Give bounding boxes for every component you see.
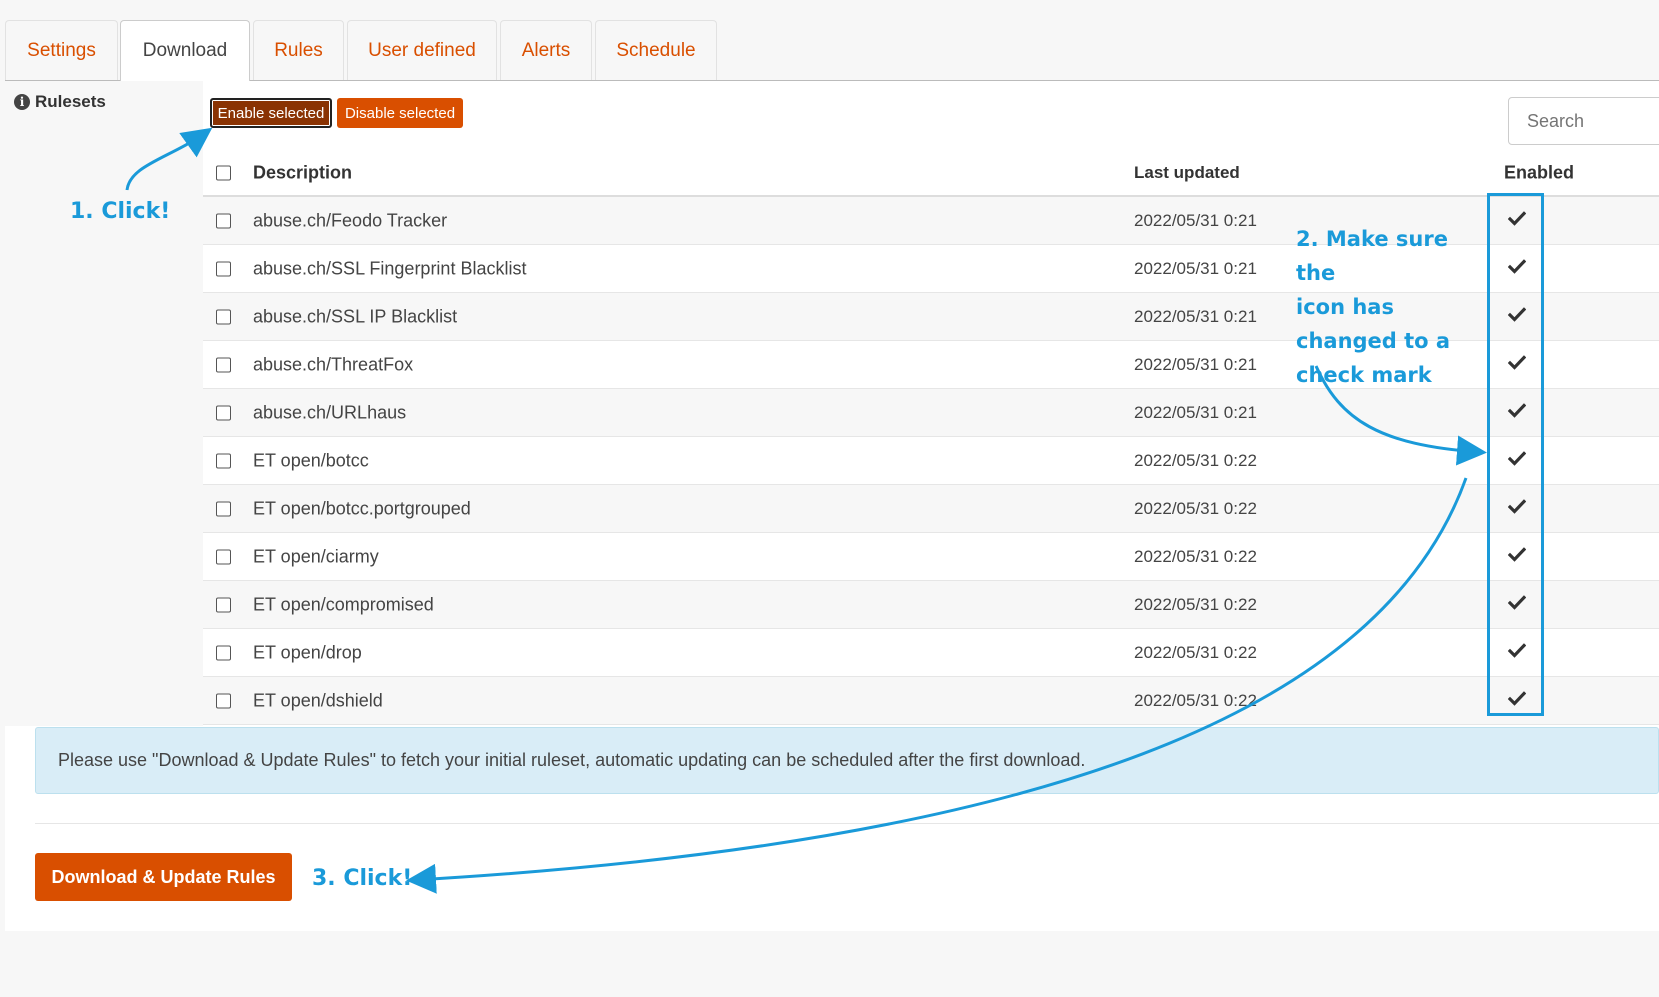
column-header-enabled[interactable]: Enabled xyxy=(1504,162,1574,183)
row-last-updated: 2022/05/31 0:21 xyxy=(1134,210,1257,230)
row-checkbox[interactable] xyxy=(216,357,231,372)
row-last-updated: 2022/05/31 0:22 xyxy=(1134,594,1257,614)
row-checkbox[interactable] xyxy=(216,213,231,228)
row-description: ET open/compromised xyxy=(253,594,434,614)
row-checkbox[interactable] xyxy=(216,501,231,516)
row-checkbox[interactable] xyxy=(216,261,231,276)
table-row[interactable]: ET open/ciarmy 2022/05/31 0:22 xyxy=(203,533,1659,581)
table-row[interactable]: ET open/compromised 2022/05/31 0:22 xyxy=(203,581,1659,629)
info-alert: Please use "Download & Update Rules" to … xyxy=(35,727,1659,794)
row-last-updated: 2022/05/31 0:22 xyxy=(1134,642,1257,662)
select-all-checkbox[interactable] xyxy=(216,165,231,180)
alert-text: Please use "Download & Update Rules" to … xyxy=(58,750,1086,770)
row-checkbox[interactable] xyxy=(216,597,231,612)
row-checkbox[interactable] xyxy=(216,645,231,660)
table-row[interactable]: abuse.ch/URLhaus 2022/05/31 0:21 xyxy=(203,389,1659,437)
tab-download[interactable]: Download xyxy=(120,20,250,81)
row-description: abuse.ch/ThreatFox xyxy=(253,354,414,374)
column-header-description[interactable]: Description xyxy=(253,162,352,183)
tab-alerts[interactable]: Alerts xyxy=(500,20,592,80)
table-row[interactable]: ET open/botcc.portgrouped 2022/05/31 0:22 xyxy=(203,485,1659,533)
row-checkbox[interactable] xyxy=(216,693,231,708)
annotation-step-2-line: check mark xyxy=(1296,363,1432,387)
row-description: ET open/dshield xyxy=(253,690,383,710)
label-column xyxy=(5,81,203,726)
row-checkbox[interactable] xyxy=(216,405,231,420)
tab-schedule[interactable]: Schedule xyxy=(595,20,717,80)
row-last-updated: 2022/05/31 0:22 xyxy=(1134,546,1257,566)
row-last-updated: 2022/05/31 0:21 xyxy=(1134,258,1257,278)
column-header-last-updated[interactable]: Last updated xyxy=(1134,163,1240,183)
row-description: abuse.ch/SSL IP Blacklist xyxy=(253,306,458,326)
enabled-column-highlight xyxy=(1487,193,1544,716)
row-description: ET open/botcc xyxy=(253,450,369,470)
rulesets-label: i Rulesets xyxy=(14,92,106,112)
divider xyxy=(35,823,1659,824)
enable-selected-button[interactable]: Enable selected xyxy=(210,98,332,128)
row-checkbox[interactable] xyxy=(216,549,231,564)
row-last-updated: 2022/05/31 0:22 xyxy=(1134,690,1257,710)
info-icon[interactable]: i xyxy=(14,94,30,110)
row-description: abuse.ch/URLhaus xyxy=(253,402,407,422)
table-header: Description Last updated Enabled xyxy=(203,150,1659,197)
row-description: ET open/botcc.portgrouped xyxy=(253,498,471,518)
disable-selected-button[interactable]: Disable selected xyxy=(337,98,463,128)
tab-rules[interactable]: Rules xyxy=(253,20,344,80)
table-row[interactable]: ET open/drop 2022/05/31 0:22 xyxy=(203,629,1659,677)
row-description: ET open/ciarmy xyxy=(253,546,379,566)
annotation-step-2: 2. Make sure the icon has changed to a c… xyxy=(1296,222,1486,392)
tab-user-defined[interactable]: User defined xyxy=(347,20,497,80)
row-last-updated: 2022/05/31 0:21 xyxy=(1134,306,1257,326)
annotation-step-2-line: 2. Make sure the xyxy=(1296,227,1448,285)
tab-bar: Settings Download Rules User defined Ale… xyxy=(5,20,1659,81)
table-row[interactable]: ET open/dshield 2022/05/31 0:22 xyxy=(203,677,1659,725)
row-last-updated: 2022/05/31 0:21 xyxy=(1134,354,1257,374)
row-description: abuse.ch/SSL Fingerprint Blacklist xyxy=(253,258,527,278)
row-checkbox[interactable] xyxy=(216,453,231,468)
annotation-step-3: 3. Click! xyxy=(312,866,413,891)
row-last-updated: 2022/05/31 0:21 xyxy=(1134,402,1257,422)
row-last-updated: 2022/05/31 0:22 xyxy=(1134,450,1257,470)
search-input[interactable] xyxy=(1508,97,1659,145)
row-checkbox[interactable] xyxy=(216,309,231,324)
row-last-updated: 2022/05/31 0:22 xyxy=(1134,498,1257,518)
annotation-step-1: 1. Click! xyxy=(70,199,171,224)
download-update-rules-button[interactable]: Download & Update Rules xyxy=(35,853,292,901)
row-description: abuse.ch/Feodo Tracker xyxy=(253,210,448,230)
annotation-step-2-line: changed to a xyxy=(1296,329,1451,353)
table-row[interactable]: ET open/botcc 2022/05/31 0:22 xyxy=(203,437,1659,485)
tab-settings[interactable]: Settings xyxy=(5,20,118,80)
rulesets-label-text: Rulesets xyxy=(35,92,106,111)
row-description: ET open/drop xyxy=(253,642,362,662)
annotation-step-2-line: icon has xyxy=(1296,295,1394,319)
